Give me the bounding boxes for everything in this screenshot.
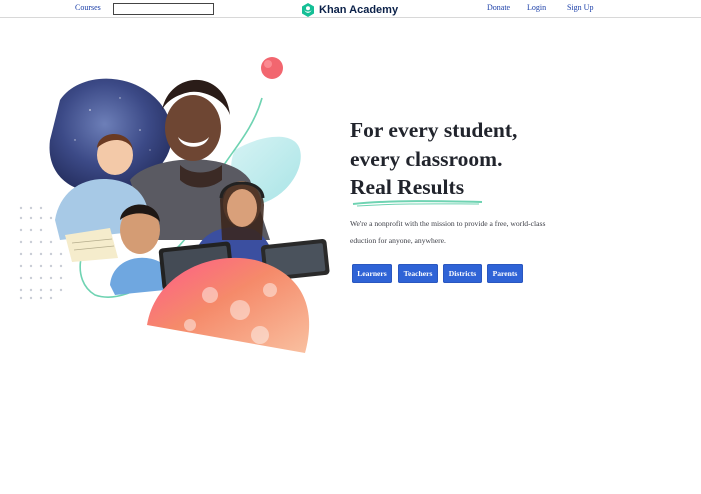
headline-line-1: For every student, xyxy=(350,118,518,142)
headline-underline-decoration xyxy=(352,200,483,207)
hero-headline: For every student, every classroom. Real… xyxy=(350,116,517,202)
logo-text: Khan Academy xyxy=(319,4,399,16)
signup-link[interactable]: Sign Up xyxy=(567,3,593,13)
courses-link[interactable]: Courses xyxy=(75,3,101,13)
subtitle-line-1: We're a nonprofit with the mission to pr… xyxy=(350,219,546,228)
headline-line-2: every classroom. xyxy=(350,146,503,171)
subtitle-line-2: eduction for anyone, anywhere. xyxy=(350,235,446,245)
teachers-button[interactable]: Teachers xyxy=(398,264,438,283)
headline-line-3: Real Results xyxy=(350,175,465,199)
girl-head xyxy=(165,95,221,161)
districts-button[interactable]: Districts xyxy=(443,264,482,283)
parents-button[interactable]: Parents xyxy=(487,264,523,283)
khan-academy-logo[interactable]: Khan Academy xyxy=(300,1,398,19)
small-boy-shirt xyxy=(110,257,165,295)
donate-link[interactable]: Donate xyxy=(487,3,510,13)
top-nav-bar: Courses Khan Academy Donate Login Sign U… xyxy=(0,0,701,18)
khan-academy-hexagon-icon xyxy=(302,3,314,17)
red-ball-decoration xyxy=(261,57,283,79)
search-input[interactable] xyxy=(113,3,214,15)
hero-illustration xyxy=(19,57,330,353)
login-link[interactable]: Login xyxy=(527,3,546,13)
learners-button[interactable]: Learners xyxy=(352,264,392,283)
hero-subtitle: We're a nonprofit with the mission to pr… xyxy=(350,216,570,249)
